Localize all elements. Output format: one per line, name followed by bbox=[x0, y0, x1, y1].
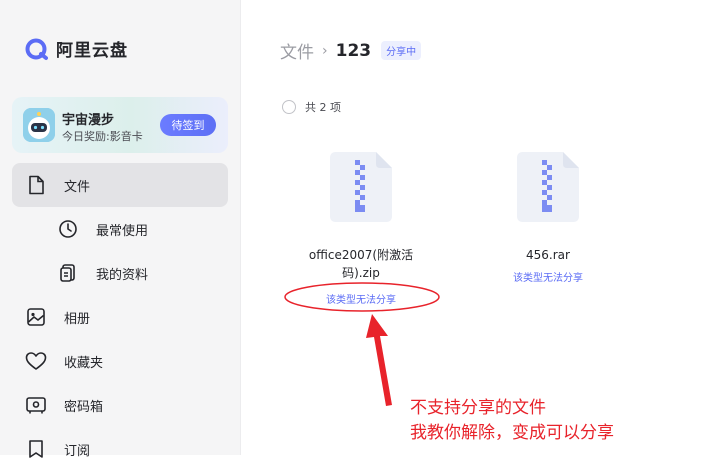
annotation-text: 不支持分享的文件 我教你解除，变成可以分享 bbox=[410, 396, 614, 446]
highlight-ellipse bbox=[284, 282, 440, 312]
annotation-line1: 不支持分享的文件 bbox=[410, 398, 546, 418]
annotation-line2: 我教你解除，变成可以分享 bbox=[410, 423, 614, 443]
red-arrow-icon bbox=[366, 314, 392, 406]
annotation-overlay bbox=[284, 282, 440, 406]
